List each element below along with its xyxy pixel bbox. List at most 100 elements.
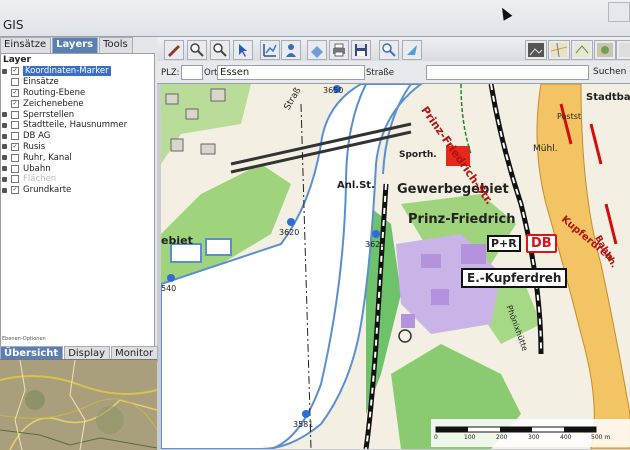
plz-label: PLZ:: [161, 68, 180, 78]
marker-label: 3650: [323, 86, 344, 95]
expand-icon[interactable]: [2, 68, 7, 74]
search-button[interactable]: Suchen: [593, 67, 626, 77]
save-button[interactable]: [351, 40, 371, 60]
layer-label: Zeichenebene: [23, 98, 84, 109]
print-button[interactable]: [329, 40, 349, 60]
photo-icon: [528, 43, 544, 57]
layer-view-button[interactable]: [571, 40, 593, 60]
marker-label: 3621: [365, 240, 386, 249]
map-view[interactable]: 3650 3620 3621 540 3581 Straß Anl.St. Sp…: [161, 84, 630, 449]
expand-icon[interactable]: [2, 176, 7, 182]
overview-map[interactable]: [0, 359, 157, 450]
checkbox[interactable]: [11, 153, 19, 162]
layer-label: Koordinaten-Marker: [23, 66, 111, 77]
app-title: GIS: [3, 18, 24, 32]
user-locate-button[interactable]: [281, 40, 301, 60]
layer-options[interactable]: Ebenen-Optionen: [0, 336, 155, 344]
layer-item[interactable]: Sperrstellen: [1, 109, 154, 120]
layer-item[interactable]: Ruhr, Kanal: [1, 152, 154, 163]
area-label: ebiet: [161, 234, 193, 247]
place-label: Stadtbad: [586, 92, 630, 103]
street-label: Postst: [557, 112, 582, 121]
checkbox[interactable]: [11, 175, 19, 184]
checkbox[interactable]: ✓: [11, 142, 19, 151]
arrow-pointer-icon: [239, 44, 247, 57]
scale-graphic: [435, 426, 597, 433]
extra-view-button[interactable]: [616, 40, 630, 60]
layer-item[interactable]: ✓ Zeichenebene: [1, 98, 154, 109]
checkbox[interactable]: [11, 132, 19, 141]
layer-item[interactable]: ✓ Grundkarte: [1, 185, 154, 196]
marker-label: 540: [161, 284, 177, 293]
checkbox[interactable]: ✓: [11, 99, 19, 108]
street-label: Sporth.: [399, 150, 437, 160]
mouse-cursor-icon: [497, 5, 513, 21]
expand-icon[interactable]: [2, 187, 7, 193]
checkbox[interactable]: ✓: [11, 67, 19, 76]
layer-header: Layer: [3, 55, 31, 65]
layer-label: Einsätze: [23, 77, 59, 88]
floppy-disk-icon: [355, 44, 367, 56]
layer-item[interactable]: ✓ Rusis: [1, 142, 154, 153]
satellite-icon: [597, 43, 613, 57]
area-label: Prinz-Friedrich: [408, 212, 516, 227]
checkbox[interactable]: [11, 110, 19, 119]
expand-icon[interactable]: [2, 166, 7, 172]
checkbox[interactable]: [11, 78, 19, 87]
layer-item[interactable]: ✓ Routing-Ebene: [1, 88, 154, 99]
expand-icon[interactable]: [2, 155, 7, 161]
magnifier-minus-icon: [213, 43, 227, 57]
strasse-input[interactable]: [426, 65, 589, 80]
layer-label: DB AG: [23, 131, 51, 142]
tab-layers[interactable]: Layers: [52, 37, 99, 53]
layer-item[interactable]: ✓ Koordinaten-Marker: [1, 66, 154, 77]
left-panel: Einsätze Layers Tools Layer ✓ Koordinaten…: [0, 37, 159, 450]
measure-button[interactable]: [260, 40, 280, 60]
plz-input[interactable]: [181, 65, 203, 80]
tab-einsaetze[interactable]: Einsätze: [0, 37, 52, 53]
grid-map-icon: [619, 43, 630, 57]
map-view-button[interactable]: [548, 40, 570, 60]
expand-icon[interactable]: [2, 112, 7, 118]
satellite-view-button[interactable]: [594, 40, 616, 60]
checkbox[interactable]: [11, 164, 19, 173]
pen-icon: [168, 45, 180, 57]
checkbox[interactable]: ✓: [11, 186, 19, 195]
layer-label: Ruhr, Kanal: [23, 152, 72, 163]
navigate-button[interactable]: [402, 40, 422, 60]
window-button[interactable]: [608, 2, 630, 22]
expand-icon[interactable]: [2, 133, 7, 139]
checkbox[interactable]: [11, 121, 19, 130]
zoom-in-button[interactable]: [187, 40, 207, 60]
pen-tool-button[interactable]: [164, 40, 184, 60]
checkbox[interactable]: ✓: [11, 88, 19, 97]
layer-label: Rusis: [23, 141, 46, 152]
ort-input[interactable]: Essen: [217, 65, 365, 80]
layer-item[interactable]: Einsätze: [1, 77, 154, 88]
main-toolbar: [157, 37, 630, 62]
overview-map-graphic: [0, 360, 157, 450]
photo-view-button[interactable]: [525, 40, 547, 60]
printer-icon: [333, 43, 345, 57]
layer-label: Stadtteile, Hausnummer: [23, 120, 128, 131]
scale-tick: 100: [464, 434, 476, 441]
scale-tick: 500 m: [591, 434, 611, 441]
erase-button[interactable]: [307, 40, 327, 60]
layer-label: Ubahn: [23, 163, 51, 174]
expand-icon[interactable]: [2, 122, 7, 128]
layer-item[interactable]: Flächen: [1, 174, 154, 185]
search-map-button[interactable]: [379, 40, 399, 60]
expand-icon[interactable]: [2, 144, 7, 150]
place-label: Mühl.: [533, 144, 558, 154]
scale-bar: 0 100 200 300 400 500 m: [431, 419, 630, 447]
select-pointer-button[interactable]: [233, 40, 253, 60]
tab-tools[interactable]: Tools: [99, 37, 133, 53]
navigation-arrow-icon: [407, 45, 417, 55]
map-icon: [550, 42, 568, 58]
map-graphic: [161, 84, 630, 449]
layer-item[interactable]: Ubahn: [1, 163, 154, 174]
zoom-out-button[interactable]: [210, 40, 230, 60]
layer-item[interactable]: DB AG: [1, 131, 154, 142]
layer-item[interactable]: Stadtteile, Hausnummer: [1, 120, 154, 131]
layers-icon: [574, 43, 590, 57]
